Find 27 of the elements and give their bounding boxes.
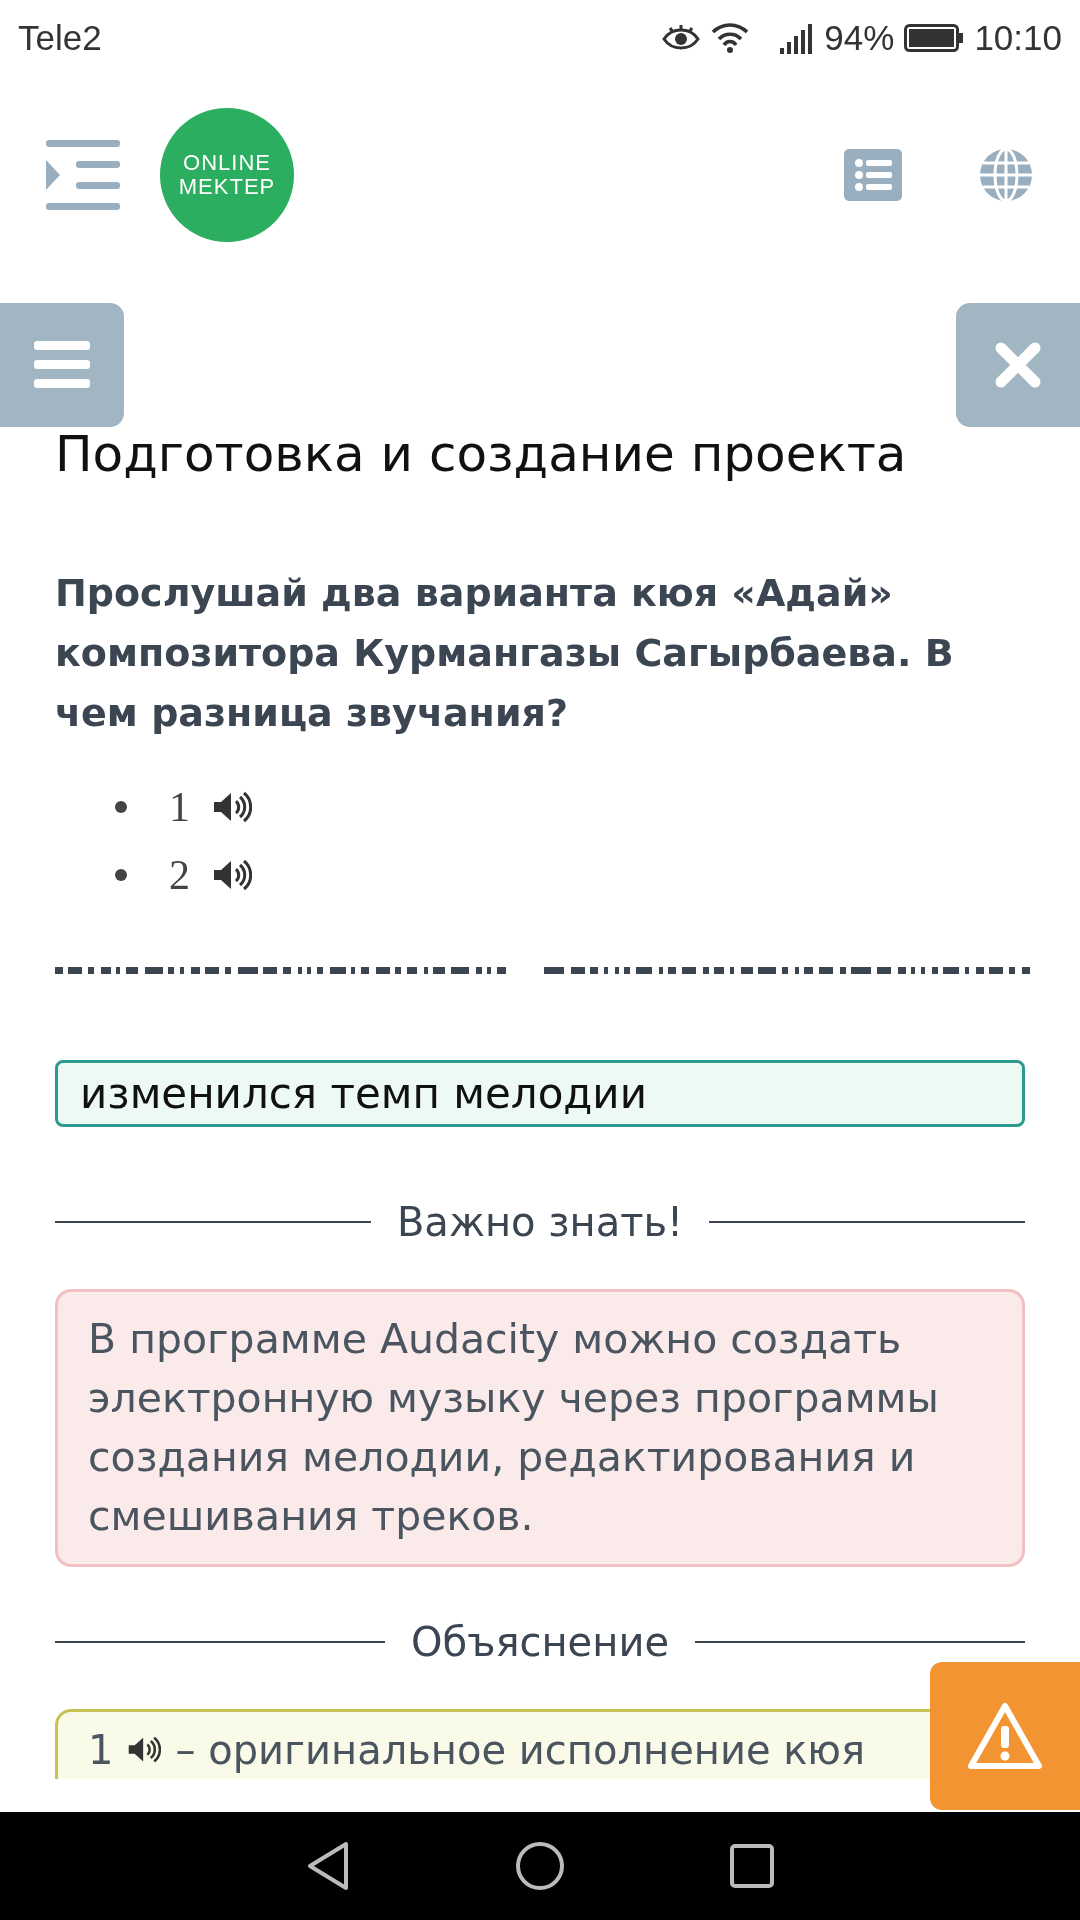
section-heading: Объяснение [411, 1619, 669, 1665]
signal-icon [780, 21, 815, 54]
section-heading: Важно знать! [396, 1199, 684, 1245]
clock-time: 10:10 [974, 17, 1062, 58]
audio-number: 2 [169, 851, 190, 899]
audio-number: 1 [88, 1726, 114, 1773]
home-icon[interactable] [515, 1841, 565, 1891]
explanation-text: – оригинальное исполнение кюя [175, 1726, 866, 1773]
speaker-icon[interactable] [212, 859, 252, 891]
answer-field[interactable]: изменился темп мелодии [55, 1060, 1025, 1127]
recents-icon[interactable] [730, 1844, 774, 1888]
battery-percent: 94% [824, 17, 895, 58]
lesson-title: Подготовка и создание проекта [55, 425, 908, 483]
back-icon[interactable] [306, 1841, 350, 1891]
bullet [115, 869, 127, 881]
battery-icon [904, 23, 965, 52]
speaker-icon[interactable] [127, 1735, 162, 1764]
warning-icon [967, 1702, 1043, 1770]
question-text: Прослушай два варианта кюя «Адай» композитора Курмангазы Сагырбаева. В чем разница звучания? [55, 570, 955, 737]
hamburger-icon [34, 341, 90, 389]
wifi-icon [710, 21, 751, 54]
bullet [115, 801, 127, 813]
speaker-icon[interactable] [212, 791, 252, 823]
carrier-name: Tele2 [18, 17, 102, 58]
audio-number: 1 [169, 783, 190, 831]
close-icon [995, 342, 1041, 388]
info-note: В программе Audacity можно создать электронную музыку через программы создания мелодии, редактирования и смешивания треков. [55, 1289, 1025, 1567]
